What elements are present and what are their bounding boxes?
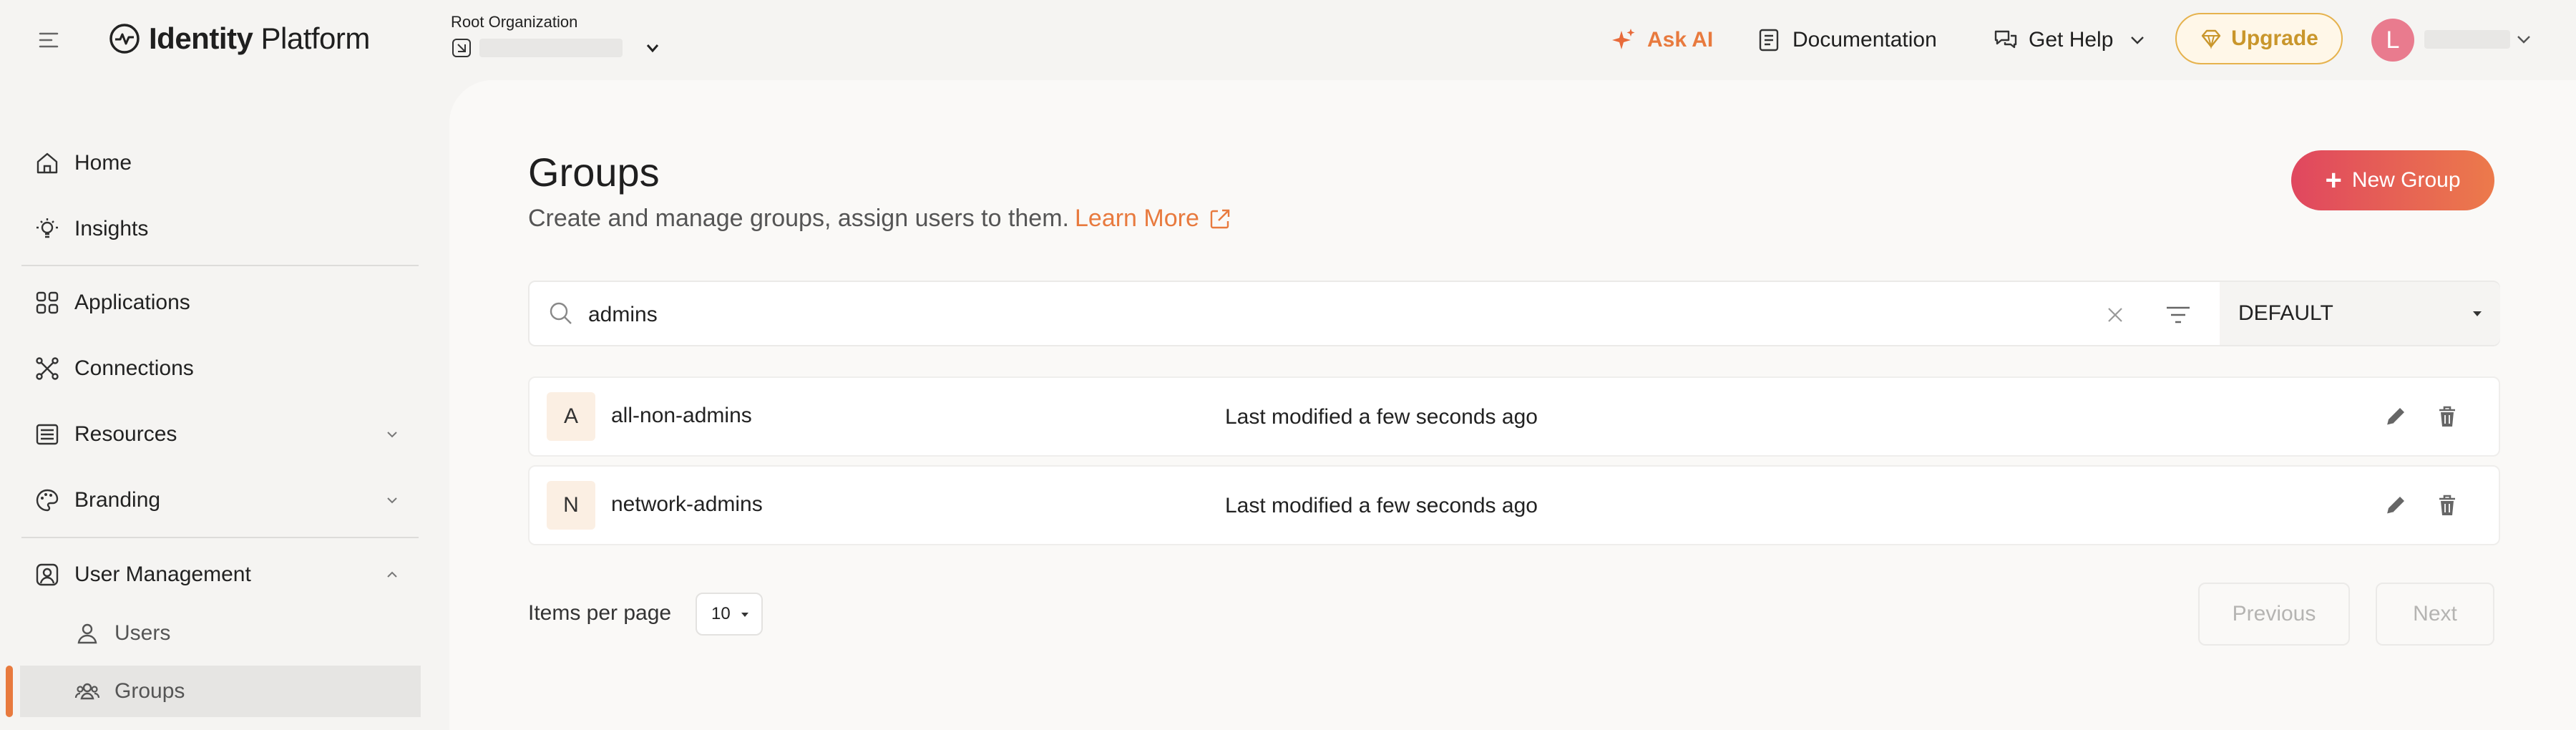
sidebar-item-label: Resources xyxy=(74,422,177,446)
get-help-dropdown[interactable]: Get Help xyxy=(1993,21,2147,59)
hamburger-menu-icon[interactable] xyxy=(36,27,62,53)
groups-icon xyxy=(74,683,100,700)
caret-down-icon xyxy=(2473,311,2482,316)
description-text: Create and manage groups, assign users t… xyxy=(528,205,1069,232)
previous-page-button[interactable]: Previous xyxy=(2198,583,2350,646)
external-link-icon xyxy=(1210,209,1230,228)
palette-icon xyxy=(36,489,59,512)
items-per-page-label: Items per page xyxy=(528,601,672,625)
sidebar-item-label: Branding xyxy=(74,488,161,512)
sidebar-item-home[interactable]: Home xyxy=(20,137,421,189)
search-input[interactable] xyxy=(587,296,2021,334)
upgrade-button[interactable]: Upgrade xyxy=(2175,13,2343,64)
items-per-page-value: 10 xyxy=(711,604,731,623)
sidebar-divider xyxy=(21,537,419,538)
document-icon xyxy=(1759,29,1779,52)
search-icon xyxy=(550,302,572,324)
chevron-down-icon[interactable] xyxy=(643,38,663,58)
org-label: Root Organization xyxy=(451,13,578,31)
sidebar-item-user-management[interactable]: User Management xyxy=(20,549,421,600)
sidebar-nav: Home Insights Applications Connections R… xyxy=(0,80,444,730)
sidebar-item-label: Groups xyxy=(114,679,185,703)
sidebar-item-groups[interactable]: Groups xyxy=(20,666,421,717)
sidebar-item-label: Users xyxy=(114,621,171,645)
user-avatar[interactable]: L xyxy=(2371,19,2414,62)
table-row[interactable]: A all-non-admins Last modified a few sec… xyxy=(528,376,2500,457)
active-indicator xyxy=(6,666,13,717)
sidebar-item-branding[interactable]: Branding xyxy=(20,474,421,526)
home-icon xyxy=(36,152,58,174)
user-icon xyxy=(77,623,97,644)
sidebar-divider xyxy=(21,265,419,266)
last-modified: Last modified a few seconds ago xyxy=(1225,494,1538,517)
sidebar-item-label: Home xyxy=(74,151,132,175)
trash-icon[interactable] xyxy=(2434,492,2460,518)
next-page-button[interactable]: Next xyxy=(2376,583,2494,646)
new-group-label: New Group xyxy=(2351,168,2461,192)
diamond-icon xyxy=(2201,29,2221,49)
brand-logo[interactable]: Identity Platform xyxy=(107,21,370,56)
group-name[interactable]: all-non-admins xyxy=(611,404,752,428)
get-help-label: Get Help xyxy=(2029,28,2114,52)
connections-icon xyxy=(36,357,59,380)
learn-more-label: Learn More xyxy=(1075,205,1199,232)
chevron-up-icon xyxy=(387,571,397,578)
sidebar-item-insights[interactable]: Insights xyxy=(20,203,421,255)
sidebar-item-resources[interactable]: Resources xyxy=(20,409,421,460)
sidebar-item-label: User Management xyxy=(74,563,251,586)
ask-ai-label: Ask AI xyxy=(1647,28,1714,52)
brand-name-bold: Identity xyxy=(149,21,253,55)
close-icon[interactable] xyxy=(2104,303,2127,326)
plus-icon: + xyxy=(2325,165,2342,196)
group-avatar: A xyxy=(547,392,595,441)
sort-value: DEFAULT xyxy=(2238,301,2333,325)
table-row[interactable]: N network-admins Last modified a few sec… xyxy=(528,465,2500,545)
search-bar: DEFAULT xyxy=(528,281,2500,346)
pulse-logo-icon xyxy=(109,24,140,54)
organization-switcher[interactable]: Root Organization xyxy=(451,13,663,59)
chat-bubbles-icon xyxy=(1994,30,2017,49)
edit-pencil-icon[interactable] xyxy=(2383,492,2409,518)
page-description: Create and manage groups, assign users t… xyxy=(528,205,1232,233)
sidebar-item-label: Applications xyxy=(74,291,190,314)
brand-name-light: Platform xyxy=(253,21,371,55)
sidebar-item-label: Insights xyxy=(74,217,149,240)
edit-pencil-icon[interactable] xyxy=(2383,404,2409,429)
documentation-link[interactable]: Documentation xyxy=(1757,21,1937,59)
user-management-icon xyxy=(36,563,59,586)
sidebar-item-applications[interactable]: Applications xyxy=(20,277,421,328)
organization-icon xyxy=(452,39,471,57)
last-modified: Last modified a few seconds ago xyxy=(1225,405,1538,429)
group-avatar: N xyxy=(547,481,595,530)
chevron-down-icon xyxy=(387,497,397,504)
ask-ai-button[interactable]: Ask AI xyxy=(1610,21,1713,59)
org-name-redacted xyxy=(479,39,623,57)
user-name-redacted xyxy=(2424,30,2510,49)
sidebar-item-users[interactable]: Users xyxy=(20,608,421,659)
chevron-down-icon xyxy=(387,432,397,438)
resources-icon xyxy=(36,424,59,445)
sidebar-item-label: Connections xyxy=(74,356,194,380)
sparkle-icon xyxy=(1612,29,1635,49)
documentation-label: Documentation xyxy=(1792,28,1937,52)
trash-icon[interactable] xyxy=(2434,404,2460,429)
sort-dropdown[interactable]: DEFAULT xyxy=(2220,282,2500,345)
sidebar-item-connections[interactable]: Connections xyxy=(20,343,421,394)
filter-icon[interactable] xyxy=(2164,302,2192,328)
lightbulb-icon xyxy=(36,218,58,238)
chevron-down-icon[interactable] xyxy=(2513,29,2534,50)
chevron-down-icon xyxy=(2131,36,2145,44)
upgrade-label: Upgrade xyxy=(2231,26,2318,50)
caret-down-icon xyxy=(741,613,748,617)
top-header: Identity Platform Root Organization Ask … xyxy=(0,0,2576,80)
new-group-button[interactable]: + New Group xyxy=(2291,150,2494,210)
group-name[interactable]: network-admins xyxy=(611,492,763,517)
page-title: Groups xyxy=(528,150,660,195)
items-per-page-select[interactable]: 10 xyxy=(696,593,763,636)
grid-icon xyxy=(36,291,59,314)
learn-more-link[interactable]: Learn More xyxy=(1075,205,1232,233)
